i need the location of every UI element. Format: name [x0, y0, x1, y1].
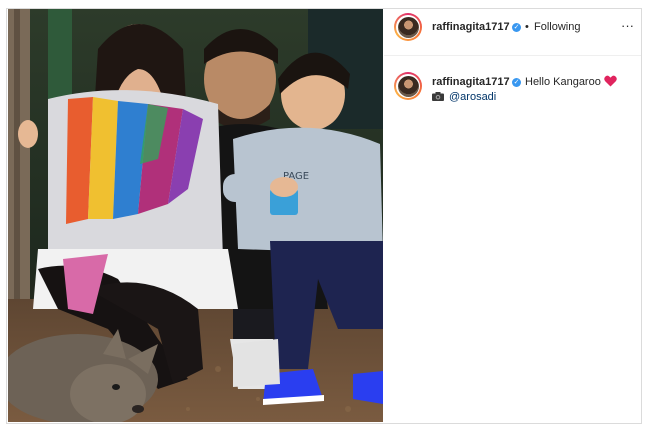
- caption-avatar[interactable]: [394, 72, 422, 100]
- camera-icon: [432, 92, 444, 101]
- post-header: raffinagita1717 ✓ • Following ···: [384, 9, 641, 56]
- post-sidebar: raffinagita1717 ✓ • Following ··· raffin…: [384, 9, 641, 422]
- caption-username[interactable]: raffinagita1717: [432, 76, 510, 88]
- verified-badge-icon: ✓: [512, 23, 521, 32]
- caption-text: Hello Kangaroo: [525, 76, 601, 88]
- separator-dot: •: [525, 21, 529, 33]
- verified-badge-icon: ✓: [512, 78, 521, 87]
- red-heart-icon: [604, 75, 617, 87]
- author-avatar[interactable]: [394, 13, 422, 41]
- more-options-icon[interactable]: ···: [621, 18, 634, 33]
- following-button[interactable]: Following: [534, 21, 580, 33]
- photo-illustration: PAGE: [8, 9, 383, 422]
- mention-link[interactable]: @arosadi: [449, 91, 496, 103]
- author-username[interactable]: raffinagita1717: [432, 21, 510, 33]
- post-photo[interactable]: PAGE: [8, 9, 383, 422]
